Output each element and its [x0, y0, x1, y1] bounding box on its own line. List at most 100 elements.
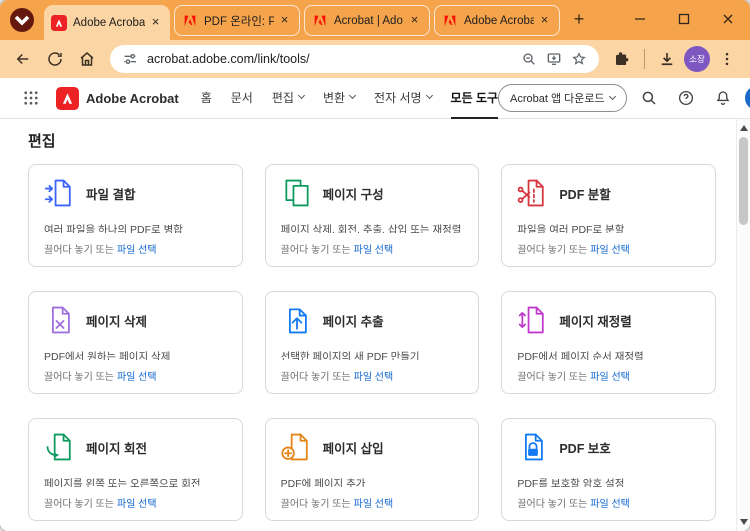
tool-card-description: 파일을 여러 PDF로 분할 — [517, 224, 625, 233]
brand-title: Adobe Acrobat — [86, 90, 179, 106]
tools-page: 편집 파일 결합 여러 파일을 하나의 PDF로 병합 끌어다 놓기 또는 파일 … — [0, 119, 750, 531]
nav-all-tools[interactable]: 모든 도구 — [450, 78, 499, 119]
download-app-label: Acrobat 앱 다운로드 — [510, 93, 605, 105]
tool-card-description: PDF에서 원하는 페이지 삭제 — [44, 351, 171, 360]
profile-badge-text: 소장 — [689, 54, 705, 64]
home-button[interactable] — [72, 44, 102, 74]
download-app-button[interactable]: Acrobat 앱 다운로드 — [498, 84, 627, 112]
browser-menu-button[interactable] — [712, 44, 742, 74]
file-select-link[interactable]: 파일 선택 — [117, 372, 157, 383]
chevron-down-icon — [14, 15, 30, 26]
close-button[interactable] — [706, 0, 750, 38]
tool-card-hint: 끌어다 놓기 또는 파일 선택 — [44, 495, 227, 510]
browser-tab[interactable]: Adobe Acroba × — [434, 5, 560, 36]
file-select-link[interactable]: 파일 선택 — [590, 499, 630, 510]
extract-pages-icon — [281, 304, 313, 336]
tool-card-hint: 끌어다 놓기 또는 파일 선택 — [281, 368, 464, 383]
user-avatar[interactable] — [744, 86, 750, 110]
tab-title: Adobe Acrobat — [73, 16, 145, 29]
tool-card-organize-pages[interactable]: 페이지 구성 페이지 삭제, 회전, 추출, 삽입 또는 재정렬 끌어다 놓기 … — [264, 164, 480, 267]
tab-search-button[interactable] — [10, 8, 34, 32]
rotate-pages-icon — [44, 431, 76, 463]
tab-title: Adobe Acroba — [464, 14, 534, 27]
acrobat-logo-icon — [56, 86, 79, 110]
tool-card-reorder-pages[interactable]: 페이지 재정렬 PDF에서 페이지 순서 재정렬 끌어다 놓기 또는 파일 선택 — [501, 291, 716, 394]
tool-card-delete-pages[interactable]: 페이지 삭제 PDF에서 원하는 페이지 삭제 끌어다 놓기 또는 파일 선택 — [28, 291, 243, 394]
nav-documents[interactable]: 문서 — [231, 78, 253, 119]
tool-card-split-pdf[interactable]: PDF 분할 파일을 여러 PDF로 분할 끌어다 놓기 또는 파일 선택 — [501, 164, 716, 267]
extensions-button[interactable] — [607, 44, 637, 74]
file-select-link[interactable]: 파일 선택 — [590, 245, 630, 256]
tool-card-hint: 끌어다 놓기 또는 파일 선택 — [517, 495, 700, 510]
site-nav: 홈 문서 편집 변환 전자 서명 모든 도구 — [201, 78, 499, 119]
notifications-button[interactable] — [708, 83, 738, 113]
nav-esign[interactable]: 전자 서명 — [374, 78, 433, 119]
tab-close-icon[interactable]: × — [148, 15, 163, 30]
insert-pages-icon — [281, 431, 313, 463]
puzzle-icon — [616, 52, 629, 65]
apps-grid-button[interactable] — [16, 83, 46, 113]
tool-card-protect-pdf[interactable]: PDF 보호 PDF를 보호할 암호 설정 끌어다 놓기 또는 파일 선택 — [501, 418, 716, 521]
tab-close-icon[interactable]: × — [537, 13, 552, 28]
browser-tab[interactable]: PDF 온라인: PD × — [174, 5, 300, 36]
new-tab-button[interactable]: + — [566, 7, 592, 33]
tool-card-rotate-pages[interactable]: 페이지 회전 페이지를 왼쪽 또는 오른쪽으로 회전 끌어다 놓기 또는 파일 선… — [28, 418, 243, 521]
file-select-link[interactable]: 파일 선택 — [117, 245, 157, 256]
minimize-button[interactable] — [618, 0, 662, 38]
nav-convert[interactable]: 변환 — [323, 78, 357, 119]
install-app-icon[interactable] — [546, 51, 562, 67]
browser-window: Adobe Acrobat × PDF 온라인: PD × Acrobat | … — [0, 0, 750, 531]
browser-tab-active[interactable]: Adobe Acrobat × — [44, 5, 170, 40]
acrobat-site-header: Adobe Acrobat 홈 문서 편집 변환 전자 서명 모든 도구 Acr… — [0, 78, 750, 119]
tool-card-title: 페이지 삽입 — [322, 441, 384, 456]
file-select-link[interactable]: 파일 선택 — [117, 499, 157, 510]
url-text[interactable]: acrobat.adobe.com/link/tools/ — [147, 52, 512, 66]
chevron-down-icon — [297, 91, 305, 100]
tool-card-title: 파일 결합 — [86, 187, 136, 202]
maximize-button[interactable] — [662, 0, 706, 38]
adobe-favicon-icon — [182, 13, 198, 29]
tab-close-icon[interactable]: × — [407, 13, 422, 28]
tab-title: Acrobat | Ado — [334, 14, 403, 27]
tool-card-extract-pages[interactable]: 페이지 추출 선택한 페이지의 새 PDF 만들기 끌어다 놓기 또는 파일 선택 — [264, 291, 480, 394]
scroll-up-arrow-icon[interactable] — [739, 125, 748, 131]
file-select-link[interactable]: 파일 선택 — [354, 372, 394, 383]
protect-pdf-icon — [517, 431, 549, 463]
page-scrollbar[interactable] — [736, 119, 750, 531]
back-button[interactable] — [8, 44, 38, 74]
tool-card-insert-pages[interactable]: 페이지 삽입 PDF에 페이지 추가 끌어다 놓기 또는 파일 선택 — [264, 418, 480, 521]
file-select-link[interactable]: 파일 선택 — [590, 372, 630, 383]
browser-tab[interactable]: Acrobat | Ado × — [304, 5, 430, 36]
scroll-down-arrow-icon[interactable] — [739, 519, 748, 525]
window-controls — [618, 0, 750, 38]
tool-card-combine-files[interactable]: 파일 결합 여러 파일을 하나의 PDF로 병합 끌어다 놓기 또는 파일 선택 — [28, 164, 243, 267]
tab-title: PDF 온라인: PD — [204, 15, 274, 28]
address-bar[interactable]: acrobat.adobe.com/link/tools/ — [110, 45, 599, 73]
file-select-link[interactable]: 파일 선택 — [354, 499, 394, 510]
adobe-favicon-icon — [442, 13, 458, 29]
header-actions: Acrobat 앱 다운로드 — [498, 83, 750, 113]
minimize-icon — [635, 18, 645, 20]
acrobat-favicon-icon — [51, 14, 67, 31]
maximize-icon — [678, 13, 690, 25]
tab-strip: Adobe Acrobat × PDF 온라인: PD × Acrobat | … — [0, 0, 750, 40]
tab-close-icon[interactable]: × — [277, 13, 292, 28]
nav-edit[interactable]: 편집 — [272, 78, 305, 119]
downloads-button[interactable] — [652, 44, 682, 74]
browser-profile-avatar[interactable]: 소장 — [684, 46, 710, 72]
drop-hint-text: 끌어다 놓기 또는 — [44, 372, 114, 383]
scrollbar-thumb[interactable] — [739, 137, 748, 225]
file-select-link[interactable]: 파일 선택 — [354, 245, 394, 256]
home-icon — [80, 52, 94, 66]
apps-grid-icon — [24, 91, 38, 105]
tool-card-description: PDF를 보호할 암호 설정 — [517, 478, 625, 487]
chevron-down-icon — [608, 92, 616, 101]
search-icon — [642, 91, 656, 105]
zoom-out-icon[interactable] — [521, 51, 537, 67]
reload-button[interactable] — [40, 44, 70, 74]
search-button[interactable] — [634, 83, 664, 113]
help-button[interactable] — [671, 83, 701, 113]
nav-home[interactable]: 홈 — [201, 78, 212, 119]
bookmark-star-icon[interactable] — [571, 51, 587, 67]
site-settings-tune-icon[interactable] — [122, 51, 138, 67]
